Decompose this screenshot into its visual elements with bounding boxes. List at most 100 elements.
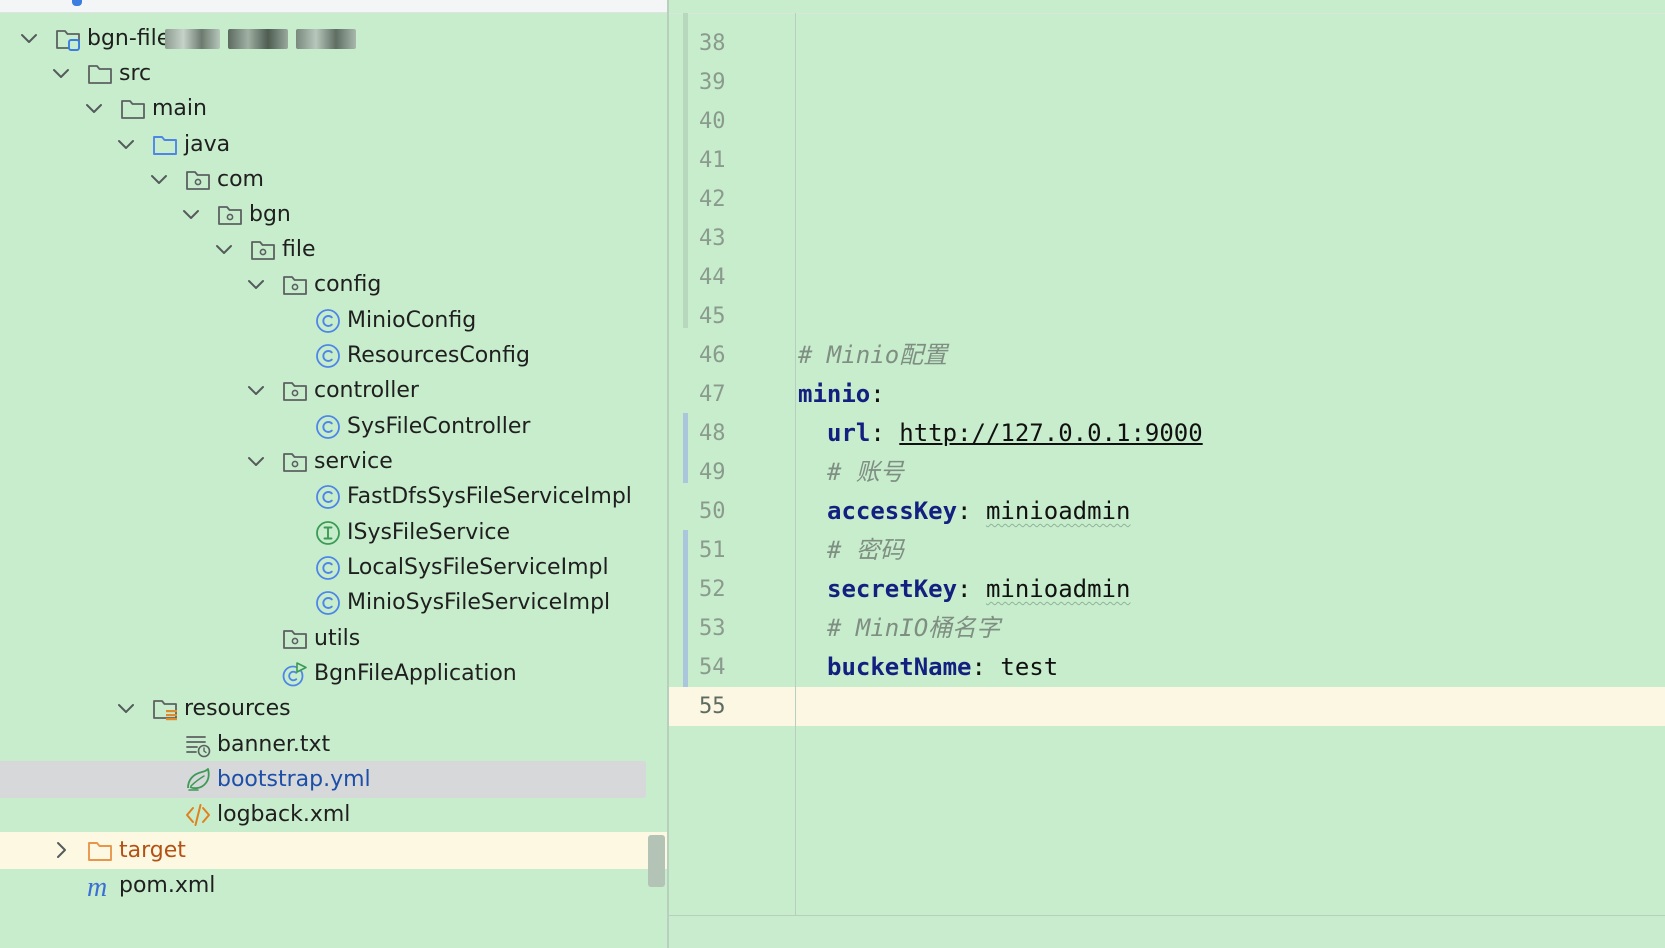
tree-item-fastdfssysfileserviceimpl[interactable]: FastDfsSysFileServiceImpl xyxy=(0,478,668,515)
line-number: 51 xyxy=(699,538,726,563)
code-line-45[interactable]: 45 xyxy=(669,297,1665,336)
module-folder-icon xyxy=(54,25,82,53)
tree-item-banner-txt[interactable]: banner.txt xyxy=(0,726,668,763)
tree-item-sysfilecontroller[interactable]: SysFileController xyxy=(0,408,668,445)
code-line-50[interactable]: 50 accessKey: minioadmin xyxy=(669,492,1665,531)
tree-item-config[interactable]: config xyxy=(0,266,668,303)
tree-item-service[interactable]: service xyxy=(0,443,668,480)
tree-item-java[interactable]: java xyxy=(0,126,668,163)
redacted-text xyxy=(296,29,356,49)
tree-item-label: MinioConfig xyxy=(347,308,477,333)
tree-item-controller[interactable]: controller xyxy=(0,372,668,409)
chevron-down-icon[interactable] xyxy=(245,379,267,401)
code-line-51[interactable]: 51 # 密码 xyxy=(669,531,1665,570)
tree-item-label: ISysFileService xyxy=(347,520,511,545)
code-line-43[interactable]: 43 xyxy=(669,219,1665,258)
package-icon xyxy=(216,201,244,229)
tree-item-bgn[interactable]: bgn xyxy=(0,196,668,233)
tree-item-utils[interactable]: utils xyxy=(0,620,668,657)
tree-item-miniosysfileserviceimpl[interactable]: MinioSysFileServiceImpl xyxy=(0,584,668,621)
chevron-down-icon[interactable] xyxy=(148,168,170,190)
tree-item-isysfileservice[interactable]: ISysFileService xyxy=(0,514,668,551)
spring-yaml-icon xyxy=(184,766,212,794)
cut-off-icon-fragment xyxy=(72,0,82,6)
chevron-down-icon[interactable] xyxy=(115,697,137,719)
tree-item-file[interactable]: file xyxy=(0,231,668,268)
excluded-folder-icon xyxy=(86,837,114,865)
chevron-down-icon[interactable] xyxy=(180,203,202,225)
code-line-39[interactable]: 39 xyxy=(669,63,1665,102)
package-icon xyxy=(281,625,309,653)
code-line-55-current[interactable]: 55 xyxy=(669,687,1665,726)
folder-icon xyxy=(119,95,147,123)
yaml-value: minioadmin xyxy=(985,575,1131,603)
tree-item-com[interactable]: com xyxy=(0,161,668,198)
yaml-value-link[interactable]: http://127.0.0.1:9000 xyxy=(899,419,1202,447)
yaml-key: url xyxy=(827,419,871,447)
code-line-49[interactable]: 49 # 账号 xyxy=(669,453,1665,492)
code-editor[interactable]: 38 39 40 41 42 43 44 45 46 # Minio配置 47 … xyxy=(669,0,1665,948)
code-line-52[interactable]: 52 secretKey: minioadmin xyxy=(669,570,1665,609)
chevron-down-icon[interactable] xyxy=(213,238,235,260)
resources-folder-icon xyxy=(151,695,179,723)
yaml-comment: # 密码 xyxy=(827,536,904,564)
tree-item-label: pom.xml xyxy=(119,873,216,898)
tree-item-localsysfileserviceimpl[interactable]: LocalSysFileServiceImpl xyxy=(0,549,668,586)
tree-item-label: bgn-file xyxy=(87,26,171,51)
tree-item-resources[interactable]: resources xyxy=(0,690,668,727)
tree-item-bgn-file[interactable]: bgn-file xyxy=(0,20,668,57)
tree-item-bootstrap-yml[interactable]: bootstrap.yml xyxy=(0,761,646,798)
yaml-key: minio xyxy=(798,380,871,408)
tree-item-logback-xml[interactable]: logback.xml xyxy=(0,796,668,833)
line-number: 43 xyxy=(699,226,726,251)
xml-file-icon xyxy=(184,801,212,829)
tree-item-pom-xml[interactable]: pom.xml xyxy=(0,867,668,904)
line-number: 49 xyxy=(699,460,726,485)
chevron-down-icon[interactable] xyxy=(83,97,105,119)
line-number: 52 xyxy=(699,577,726,602)
code-line-44[interactable]: 44 xyxy=(669,258,1665,297)
code-text: # Minio配置 xyxy=(798,336,947,375)
tree-item-minioconfig[interactable]: MinioConfig xyxy=(0,302,668,339)
chevron-right-icon[interactable] xyxy=(50,839,72,861)
yaml-colon: : xyxy=(870,419,885,447)
code-line-41[interactable]: 41 xyxy=(669,141,1665,180)
ide-window: bgn-file src main java com bgn file conf… xyxy=(0,0,1665,948)
editor-bottom-bar xyxy=(669,915,1665,948)
code-line-40[interactable]: 40 xyxy=(669,102,1665,141)
chevron-down-icon[interactable] xyxy=(115,133,137,155)
code-line-47[interactable]: 47 minio: xyxy=(669,375,1665,414)
code-text: # 账号 xyxy=(827,453,904,492)
line-number: 48 xyxy=(699,421,726,446)
line-number: 45 xyxy=(699,304,726,329)
code-line-46[interactable]: 46 # Minio配置 xyxy=(669,336,1665,375)
code-line-42[interactable]: 42 xyxy=(669,180,1665,219)
code-line-38[interactable]: 38 xyxy=(669,24,1665,63)
tree-item-resourcesconfig[interactable]: ResourcesConfig xyxy=(0,337,668,374)
tree-item-label: bootstrap.yml xyxy=(217,767,371,792)
yaml-value: minioadmin xyxy=(985,497,1131,525)
tree-item-label: com xyxy=(217,167,264,192)
tree-scrollbar-thumb[interactable] xyxy=(648,835,665,887)
package-icon xyxy=(281,377,309,405)
source-root-folder-icon xyxy=(151,131,179,159)
yaml-key: accessKey xyxy=(827,497,958,525)
chevron-down-icon[interactable] xyxy=(245,450,267,472)
tree-item-main[interactable]: main xyxy=(0,90,668,127)
line-number: 50 xyxy=(699,499,726,524)
line-number: 44 xyxy=(699,265,726,290)
code-line-54[interactable]: 54 bucketName: test xyxy=(669,648,1665,687)
text-file-icon xyxy=(184,731,212,759)
chevron-down-icon[interactable] xyxy=(18,27,40,49)
tree-item-src[interactable]: src xyxy=(0,55,668,92)
tree-item-label: FastDfsSysFileServiceImpl xyxy=(347,484,632,509)
tree-item-bgnfileapplication[interactable]: BgnFileApplication xyxy=(0,655,668,692)
class-icon xyxy=(314,307,342,335)
code-line-53[interactable]: 53 # MinIO桶名字 xyxy=(669,609,1665,648)
class-icon xyxy=(314,342,342,370)
chevron-down-icon[interactable] xyxy=(245,273,267,295)
code-line-48[interactable]: 48 url: http://127.0.0.1:9000 xyxy=(669,414,1665,453)
maven-icon xyxy=(86,872,114,900)
chevron-down-icon[interactable] xyxy=(50,62,72,84)
tree-item-target[interactable]: target xyxy=(0,832,668,869)
